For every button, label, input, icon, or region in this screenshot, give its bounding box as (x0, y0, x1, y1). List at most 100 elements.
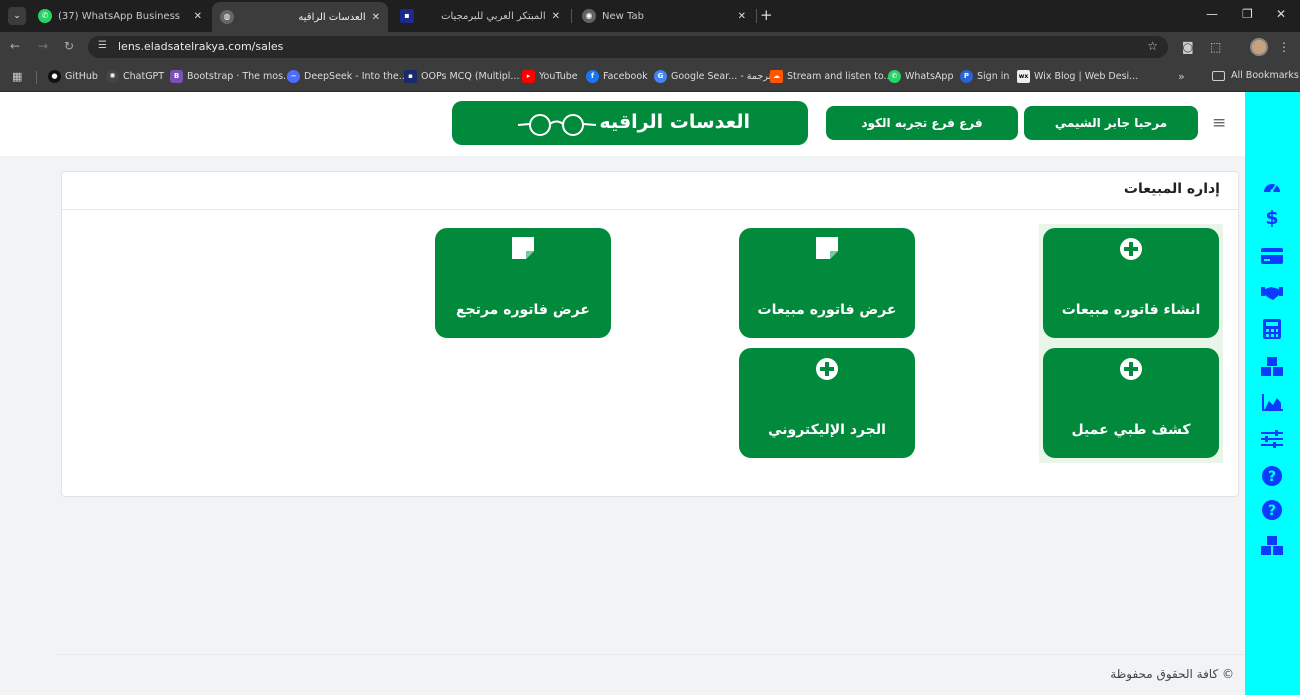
bootstrap-icon: B (170, 70, 183, 83)
tile-label: عرض فاتوره مبيعات (757, 302, 897, 318)
logo-text: العدسات الراقيه (599, 111, 750, 133)
branch-button[interactable]: فرع فرع تجربه الكود (826, 106, 1018, 140)
plus-circle-icon (1043, 237, 1219, 261)
tab-separator (571, 9, 572, 23)
whatsapp-icon: ✆ (888, 70, 901, 83)
footer-copyright: © كافة الحقوق محفوظة (1110, 667, 1234, 681)
tab-lens[interactable]: ◍ العدسات الراقيه ✕ (212, 2, 388, 32)
back-arrow-icon[interactable]: ← (10, 39, 20, 53)
dollar-icon[interactable]: $ (1261, 207, 1283, 229)
bookmark-deepseek[interactable]: ~ DeepSeek - Into the... (287, 70, 408, 83)
all-bookmarks-folder[interactable]: All Bookmarks (1212, 70, 1299, 81)
dashboard-icon[interactable] (1261, 175, 1283, 197)
footer-divider (56, 654, 1245, 655)
bookmark-google-translate[interactable]: G Google Sear... - ترجمة (654, 70, 771, 83)
apps-grid-icon[interactable]: ▦ (12, 70, 22, 83)
boxes-icon[interactable] (1261, 356, 1283, 378)
question-circle-icon[interactable]: ? (1261, 499, 1283, 521)
electronic-inventory-tile[interactable]: الجرد الإليكتروني (739, 348, 915, 458)
minimize-icon[interactable]: — (1206, 7, 1218, 21)
forward-arrow-icon[interactable]: → (38, 39, 48, 53)
note-icon (739, 237, 915, 259)
tab-whatsapp[interactable]: ✆ (37) WhatsApp Business ✕ (30, 4, 210, 28)
tile-label: انشاء فاتوره مبيعات (1061, 302, 1201, 318)
chrome-icon: ◉ (582, 9, 596, 23)
boxes-icon[interactable] (1261, 535, 1283, 557)
tab-title: المبتكر العربي للبرمجيات (441, 10, 546, 22)
bookmark-youtube[interactable]: ▸ YouTube (522, 70, 578, 83)
sliders-icon[interactable] (1261, 428, 1283, 450)
bookmark-star-icon[interactable]: ☆ (1147, 39, 1158, 53)
bookmark-chatgpt[interactable]: ✺ ChatGPT (106, 70, 164, 83)
window-close-icon[interactable]: ✕ (1276, 7, 1286, 21)
calculator-icon[interactable] (1261, 318, 1283, 340)
close-icon[interactable]: ✕ (738, 11, 746, 22)
deepseek-icon: ~ (287, 70, 300, 83)
tab-search-button[interactable]: ⌄ (8, 7, 26, 25)
more-menu-icon[interactable]: ⋮ (1278, 40, 1290, 54)
facebook-icon: f (586, 70, 599, 83)
new-tab-plus-icon[interactable]: + (760, 6, 773, 24)
card-header: إداره المبيعات (62, 172, 1238, 210)
customer-medical-exam-tile[interactable]: كشف طبي عميل (1043, 348, 1219, 458)
top-header: مرحبا جابر الشيمي فرع فرع تجربه الكود ال… (0, 92, 1245, 156)
site-settings-icon[interactable]: ☰ (98, 40, 107, 51)
plus-circle-icon (1043, 357, 1219, 381)
reload-icon[interactable]: ↻ (64, 39, 74, 53)
view-return-invoice-tile[interactable]: عرض فاتوره مرتجع (435, 228, 611, 338)
tab-title: New Tab (602, 10, 644, 22)
svg-text:?: ? (1268, 469, 1276, 485)
app-icon: ▪ (400, 9, 414, 23)
brand-logo[interactable]: العدسات الراقيه (452, 101, 808, 145)
url-text: lens.eladsatelrakya.com/sales (118, 40, 284, 53)
close-icon[interactable]: ✕ (194, 11, 202, 22)
note-icon (435, 237, 611, 259)
credit-card-icon[interactable] (1261, 245, 1283, 267)
plus-circle-icon (739, 357, 915, 381)
hamburger-menu-icon[interactable]: ≡ (1212, 113, 1226, 133)
oops-icon: ▪ (404, 70, 417, 83)
svg-text:?: ? (1268, 503, 1276, 519)
google-icon: G (654, 70, 667, 83)
welcome-user-button[interactable]: مرحبا جابر الشيمي (1024, 106, 1198, 140)
soundcloud-icon: ☁ (770, 70, 783, 83)
bookmark-facebook[interactable]: f Facebook (586, 70, 648, 83)
chatgpt-icon: ✺ (106, 70, 119, 83)
extensions-icon[interactable]: ⬚ (1210, 40, 1221, 54)
create-sales-invoice-tile[interactable]: انشاء فاتوره مبيعات (1043, 228, 1219, 338)
view-sales-invoice-tile[interactable]: عرض فاتوره مبيعات (739, 228, 915, 338)
bookmark-oops[interactable]: ▪ OOPs MCQ (Multipl... (404, 70, 519, 83)
bookmark-soundcloud[interactable]: ☁ Stream and listen to... (770, 70, 893, 83)
github-icon: ● (48, 70, 61, 83)
restore-icon[interactable]: ❐ (1242, 7, 1253, 21)
camera-icon[interactable]: ◙ (1182, 40, 1194, 54)
browser-toolbar: ← → ↻ ☰ lens.eladsatelrakya.com/sales ☆ … (0, 32, 1300, 62)
close-icon[interactable]: ✕ (372, 12, 380, 23)
bookmark-github[interactable]: ● GitHub (48, 70, 98, 83)
card-title: إداره المبيعات (1123, 181, 1220, 197)
tile-label: الجرد الإليكتروني (768, 422, 886, 438)
tab-separator (756, 9, 757, 23)
bookmark-wix[interactable]: wx Wix Blog | Web Desi... (1017, 70, 1138, 83)
tile-label: كشف طبي عميل (1071, 422, 1191, 438)
tab-title: العدسات الراقيه (298, 11, 366, 23)
handshake-icon[interactable] (1261, 282, 1283, 304)
question-circle-icon[interactable]: ? (1261, 465, 1283, 487)
tab-title: (37) WhatsApp Business (58, 10, 181, 22)
tab-new-tab[interactable]: ◉ New Tab ✕ (574, 4, 754, 28)
whatsapp-icon: ✆ (38, 9, 52, 23)
bookmark-paypal[interactable]: P Sign in (960, 70, 1009, 83)
tab-strip: ⌄ ✆ (37) WhatsApp Business ✕ ◍ العدسات ا… (0, 0, 1300, 32)
profile-avatar[interactable] (1250, 38, 1268, 56)
bookmark-bootstrap[interactable]: B Bootstrap · The mos... (170, 70, 292, 83)
area-chart-icon[interactable] (1261, 392, 1283, 414)
youtube-icon: ▸ (522, 70, 535, 83)
wix-icon: wx (1017, 70, 1030, 83)
bookmarks-overflow-icon[interactable]: » (1178, 70, 1185, 83)
tab-mobtaker[interactable]: ▪ المبتكر العربي للبرمجيات ✕ (392, 4, 568, 28)
globe-icon: ◍ (220, 10, 234, 24)
bookmark-separator (36, 71, 37, 84)
bookmark-whatsapp[interactable]: ✆ WhatsApp (888, 70, 953, 83)
close-icon[interactable]: ✕ (552, 11, 560, 22)
address-bar[interactable]: ☰ lens.eladsatelrakya.com/sales ☆ (88, 36, 1168, 58)
